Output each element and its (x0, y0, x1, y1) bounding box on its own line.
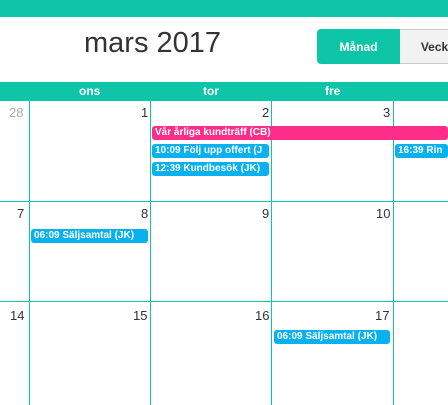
day-number[interactable]: 15 (133, 308, 147, 323)
top-bar (0, 0, 448, 17)
day-number[interactable]: 8 (141, 206, 148, 221)
calendar-event[interactable]: Vår årliga kundträff (CB) (152, 126, 448, 140)
day-number[interactable]: 14 (10, 308, 24, 323)
calendar-event[interactable]: 06:09 Säljsamtal (JK) (31, 229, 148, 243)
day-number[interactable]: 9 (262, 206, 269, 221)
week-view-button[interactable]: Veck (400, 29, 448, 64)
weekday-label: ons (79, 84, 101, 98)
calendar-grid: 28 1 2 3 7 8 9 10 14 15 16 17 Vår årliga… (0, 101, 448, 405)
grid-line (0, 201, 448, 202)
calendar-event[interactable]: 16:39 Rin (395, 144, 448, 158)
page-title: mars 2017 (84, 27, 222, 59)
grid-line (393, 101, 394, 405)
grid-line (150, 101, 151, 405)
calendar-event[interactable]: 06:09 Säljsamtal (JK) (274, 330, 390, 344)
day-number[interactable]: 3 (383, 105, 390, 120)
calendar-event[interactable]: 12:39 Kundbesök (JK) (152, 162, 269, 176)
weekday-label: tor (203, 84, 219, 98)
grid-line (29, 101, 30, 405)
weekday-label: fre (325, 84, 341, 98)
month-view-button[interactable]: Månad (317, 29, 400, 64)
calendar-event[interactable]: 10:09 Följ upp offert (J (152, 144, 269, 158)
weekday-header: ons tor fre (0, 82, 448, 101)
day-number[interactable]: 1 (141, 105, 148, 120)
day-number[interactable]: 10 (376, 206, 390, 221)
day-number[interactable]: 17 (375, 308, 389, 323)
day-number[interactable]: 28 (9, 105, 23, 120)
grid-line (271, 101, 272, 405)
day-number[interactable]: 7 (17, 206, 24, 221)
grid-line (0, 301, 448, 302)
day-number[interactable]: 2 (262, 105, 269, 120)
day-number[interactable]: 16 (255, 308, 269, 323)
